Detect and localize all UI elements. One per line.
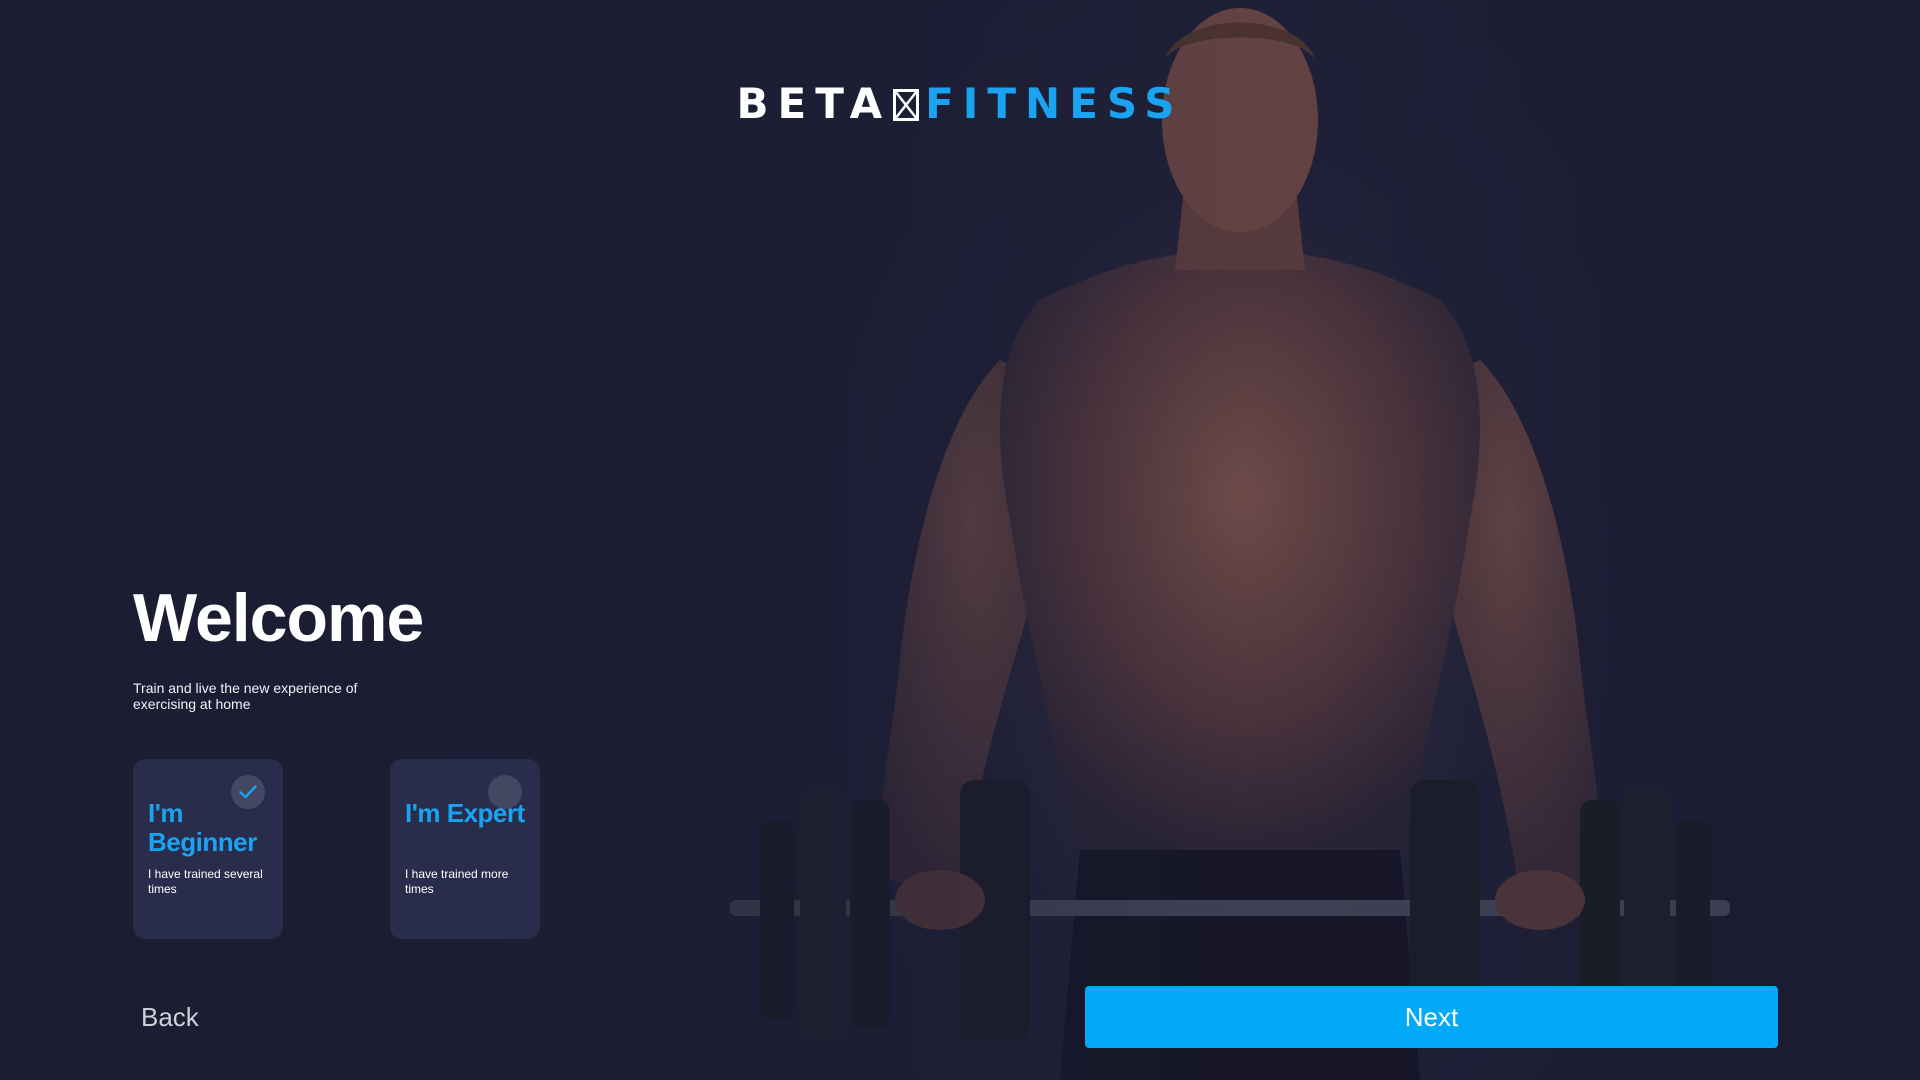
box-cross-icon bbox=[893, 83, 920, 121]
level-card-description: I have trained more times bbox=[405, 867, 509, 896]
logo-word-fitness: FITNESS bbox=[925, 79, 1184, 128]
hero-photo bbox=[640, 0, 1800, 1080]
level-card-expert[interactable]: I'm Expert I have trained more times bbox=[390, 759, 540, 939]
level-card-title: I'm Expert bbox=[405, 798, 525, 828]
brand-logo: BETA FITNESS bbox=[0, 80, 1920, 128]
onboarding-screen: BETA FITNESS Welcome Train and live the n… bbox=[0, 0, 1920, 1080]
level-card-beginner[interactable]: I'm Beginner I have trained several time… bbox=[133, 759, 283, 939]
page-title: Welcome bbox=[133, 580, 424, 656]
page-subtitle: Train and live the new experience of exe… bbox=[133, 680, 358, 712]
level-card-title: I'm Beginner bbox=[148, 798, 257, 857]
level-card-description: I have trained several times bbox=[148, 867, 263, 896]
back-button[interactable]: Back bbox=[141, 1001, 199, 1033]
next-button[interactable]: Next bbox=[1085, 986, 1778, 1048]
logo-word-beta: BETA bbox=[736, 79, 892, 128]
